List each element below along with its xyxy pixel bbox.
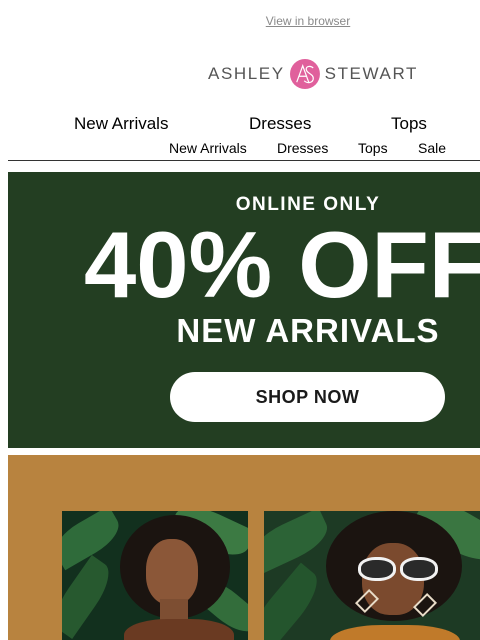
nav-tops[interactable]: Tops bbox=[391, 114, 427, 134]
view-in-browser-link[interactable]: View in browser bbox=[0, 14, 480, 28]
subnav-sale[interactable]: Sale bbox=[418, 140, 446, 156]
model-photo-right[interactable] bbox=[264, 511, 480, 640]
primary-nav: New Arrivals Dresses Tops bbox=[0, 114, 480, 136]
subnav-new-arrivals[interactable]: New Arrivals bbox=[169, 140, 247, 156]
ashley-stewart-logo[interactable]: ASHLEY STEWART bbox=[208, 52, 418, 96]
promo-subheadline: NEW ARRIVALS bbox=[176, 312, 440, 349]
logo-monogram-icon bbox=[289, 59, 320, 89]
subnav-tops[interactable]: Tops bbox=[358, 140, 388, 156]
header-divider bbox=[8, 160, 480, 161]
lifestyle-banner[interactable] bbox=[8, 455, 480, 640]
subnav-dresses[interactable]: Dresses bbox=[277, 140, 328, 156]
promo-banner[interactable]: ONLINE ONLY 40% OFF NEW ARRIVALS SHOP NO… bbox=[8, 172, 480, 448]
shop-now-button[interactable]: SHOP NOW bbox=[170, 372, 445, 422]
logo-left-word: ASHLEY bbox=[208, 64, 285, 83]
nav-new-arrivals[interactable]: New Arrivals bbox=[74, 114, 168, 134]
model-photo-left[interactable] bbox=[62, 511, 248, 640]
secondary-nav: New Arrivals Dresses Tops Sale bbox=[0, 140, 480, 158]
promo-headline: 40% OFF bbox=[84, 212, 480, 317]
nav-dresses[interactable]: Dresses bbox=[249, 114, 311, 134]
logo-right-word: STEWART bbox=[324, 64, 418, 83]
